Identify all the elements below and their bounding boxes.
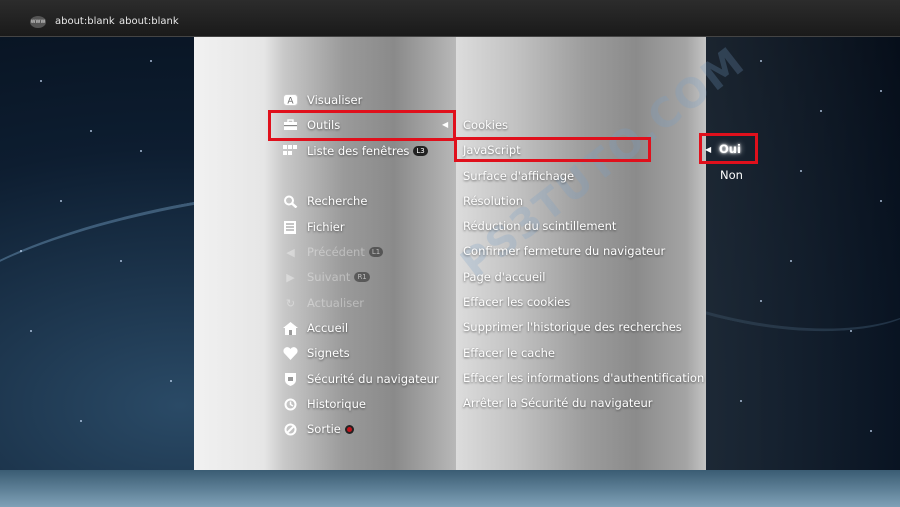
menu-item-recherche[interactable]: Recherche <box>283 190 367 212</box>
menu-item-actualiser[interactable]: ↻ Actualiser <box>283 292 364 314</box>
submenu-item-effacer-authentification[interactable]: Effacer les informations d'authentificat… <box>463 367 704 389</box>
star <box>170 380 172 382</box>
star <box>30 330 32 332</box>
menu-item-visualiser[interactable]: A Visualiser <box>283 89 362 111</box>
star <box>20 250 22 252</box>
submenu-item-surface-affichage[interactable]: Surface d'affichage <box>463 165 574 187</box>
options-panel <box>706 37 900 470</box>
exit-icon <box>283 423 298 436</box>
star <box>880 200 882 202</box>
highlight-oui <box>699 133 758 164</box>
circle-button-icon <box>344 424 354 434</box>
l3-button-icon: L3 <box>413 146 428 156</box>
home-icon <box>283 321 298 335</box>
forward-icon: ▶ <box>286 270 295 284</box>
submenu-item-cookies[interactable]: Cookies <box>463 114 508 136</box>
star <box>90 130 92 132</box>
star <box>60 200 62 202</box>
grid-icon <box>283 145 298 158</box>
menu-item-accueil[interactable]: Accueil <box>283 317 348 339</box>
a-button-icon: A <box>283 94 298 107</box>
submenu-item-page-accueil[interactable]: Page d'accueil <box>463 266 545 288</box>
menu-item-precedent[interactable]: ◀ Précédent L1 <box>283 241 384 263</box>
menu-item-suivant[interactable]: ▶ Suivant R1 <box>283 266 370 288</box>
star <box>800 170 802 172</box>
page-url: about:blank <box>119 16 179 27</box>
star <box>820 110 822 112</box>
star <box>760 60 762 62</box>
page-title: about:blank <box>55 16 115 27</box>
history-icon <box>283 398 298 411</box>
star <box>850 330 852 332</box>
star <box>40 80 42 82</box>
submenu-item-confirmer-fermeture[interactable]: Confirmer fermeture du navigateur <box>463 240 665 262</box>
r1-button-icon: R1 <box>354 272 370 282</box>
submenu-item-reduction-scintillement[interactable]: Réduction du scintillement <box>463 215 616 237</box>
star <box>740 400 742 402</box>
menu-item-historique[interactable]: Historique <box>283 393 366 415</box>
submenu-item-supprimer-historique[interactable]: Supprimer l'historique des recherches <box>463 316 682 338</box>
star <box>760 300 762 302</box>
star <box>120 260 122 262</box>
file-icon <box>283 220 298 234</box>
shield-icon <box>283 372 298 386</box>
menu-item-liste-fenetres[interactable]: Liste des fenêtres L3 <box>283 140 428 162</box>
refresh-icon: ↻ <box>285 296 296 310</box>
submenu-item-effacer-cookies[interactable]: Effacer les cookies <box>463 291 570 313</box>
l1-button-icon: L1 <box>368 247 384 257</box>
star <box>80 420 82 422</box>
menu-item-signets[interactable]: Signets <box>283 342 350 364</box>
menu-item-sortie[interactable]: Sortie <box>283 418 354 440</box>
menu-item-securite[interactable]: Sécurité du navigateur <box>283 368 439 390</box>
option-non[interactable]: Non <box>720 165 743 185</box>
highlight-javascript <box>454 137 651 162</box>
menu-item-fichier[interactable]: Fichier <box>283 216 345 238</box>
browser-title-bar: www about:blank about:blank <box>0 0 900 37</box>
submenu-item-arreter-securite[interactable]: Arrêter la Sécurité du navigateur <box>463 392 653 414</box>
highlight-outils <box>268 110 456 141</box>
submenu-item-effacer-cache[interactable]: Effacer le cache <box>463 342 555 364</box>
search-icon <box>283 195 298 208</box>
back-icon: ◀ <box>286 245 295 259</box>
submenu-item-resolution[interactable]: Résolution <box>463 190 523 212</box>
star <box>880 90 882 92</box>
bottom-bar <box>0 470 900 507</box>
star <box>870 430 872 432</box>
star <box>790 260 792 262</box>
svg-text:A: A <box>287 97 294 107</box>
www-icon: www <box>30 16 46 28</box>
heart-icon <box>283 346 298 360</box>
star <box>150 60 152 62</box>
star <box>140 150 142 152</box>
